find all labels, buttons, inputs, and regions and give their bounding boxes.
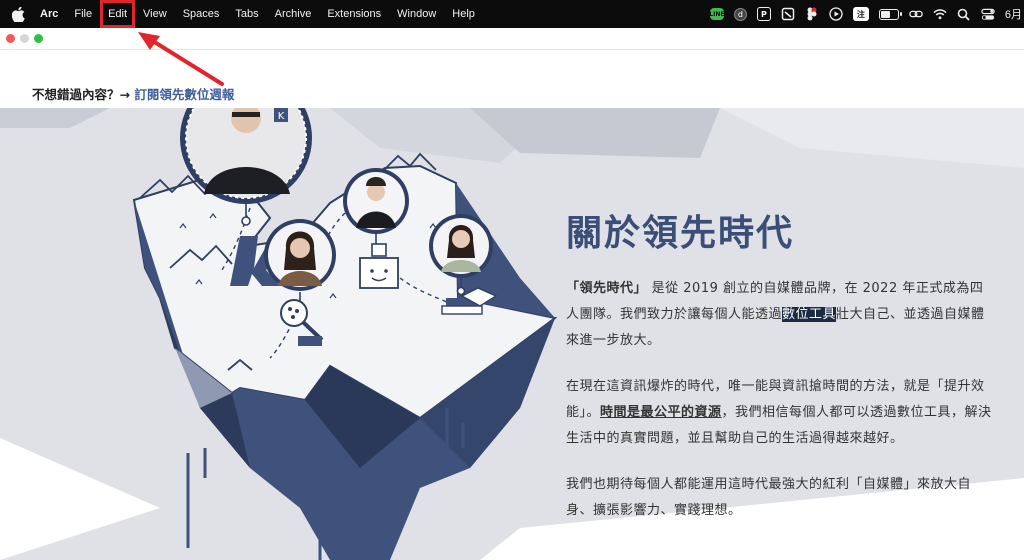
menu-extensions[interactable]: Extensions bbox=[319, 0, 389, 28]
figma-icon[interactable] bbox=[805, 7, 819, 21]
avatar-3 bbox=[264, 219, 336, 291]
menu-bar: Arc File Edit View Spaces Tabs Archive E… bbox=[0, 0, 1024, 28]
minimize-window-button[interactable] bbox=[20, 34, 29, 43]
menubar-clock[interactable]: 6月 bbox=[1005, 6, 1022, 22]
subscribe-banner: 不想錯過內容？→ 訂閱領先數位週報 bbox=[0, 50, 1024, 108]
subscribe-link[interactable]: 訂閱領先數位週報 bbox=[134, 87, 234, 102]
window-titlebar bbox=[0, 28, 1024, 50]
menu-spaces[interactable]: Spaces bbox=[175, 0, 228, 28]
avatar-4-face bbox=[452, 230, 470, 248]
menu-file[interactable]: File bbox=[66, 0, 100, 28]
magnifier-dot-3 bbox=[291, 315, 295, 319]
selected-text[interactable]: 數位工具 bbox=[782, 307, 837, 322]
avatar-2 bbox=[343, 168, 409, 234]
time-resource-link[interactable]: 時間是最公平的資源 bbox=[600, 405, 722, 420]
avatar-3-face bbox=[290, 238, 310, 258]
magnifier-dot-1 bbox=[288, 307, 292, 311]
menu-help[interactable]: Help bbox=[444, 0, 483, 28]
book-stack-2 bbox=[441, 305, 483, 315]
avatar-1-glasses bbox=[232, 112, 260, 117]
ime-icon[interactable]: 注 bbox=[852, 7, 869, 21]
bg-shape-left bbox=[0, 108, 110, 128]
menu-tabs[interactable]: Tabs bbox=[227, 0, 266, 28]
close-window-button[interactable] bbox=[6, 34, 15, 43]
pin-dot-4 bbox=[456, 286, 466, 296]
subscribe-prefix: 不想錯過內容？→ bbox=[32, 87, 135, 102]
menu-view[interactable]: View bbox=[135, 0, 175, 28]
menu-edit[interactable]: Edit bbox=[100, 0, 136, 28]
p-boxed-icon[interactable]: P bbox=[756, 7, 771, 21]
control-center-icon[interactable] bbox=[981, 7, 995, 21]
avatar-1-badge-letter: K bbox=[278, 111, 285, 122]
line-icon[interactable]: LINE bbox=[709, 8, 724, 20]
box-eye-right bbox=[384, 269, 388, 273]
search-icon[interactable] bbox=[957, 7, 971, 21]
apple-icon[interactable] bbox=[10, 6, 26, 22]
bg-white-wedge-left bbox=[0, 438, 160, 560]
about-hero: K 關於領先時代 「領先時代」 是從 2019 創立的自媒體品牌，在 2022 … bbox=[0, 108, 1024, 560]
pin-dot-1 bbox=[241, 216, 251, 226]
zoom-window-button[interactable] bbox=[34, 34, 43, 43]
d-avatar-icon[interactable]: d bbox=[733, 7, 747, 21]
about-paragraph-2: 在現在這資訊爆炸的時代，唯一能與資訊搶時間的方法，就是「提升效能」。時間是最公平… bbox=[566, 374, 996, 452]
avatar-4 bbox=[429, 214, 493, 278]
magnifier-dot-2 bbox=[295, 309, 299, 313]
play-circle-icon[interactable] bbox=[829, 7, 843, 21]
about-section: 關於領先時代 「領先時代」 是從 2019 創立的自媒體品牌，在 2022 年正… bbox=[566, 214, 996, 544]
menu-window[interactable]: Window bbox=[389, 0, 444, 28]
menu-app-arc[interactable]: Arc bbox=[32, 0, 66, 28]
about-paragraph-3: 我們也期待每個人都能運用這時代最強大的紅利「自媒體」來放大自身、擴張影響力、實踐… bbox=[566, 477, 972, 518]
battery-icon[interactable] bbox=[878, 8, 902, 20]
menu-archive[interactable]: Archive bbox=[267, 0, 320, 28]
box-eye-left bbox=[370, 269, 374, 273]
about-title: 關於領先時代 bbox=[566, 213, 795, 254]
brand-name: 「領先時代」 bbox=[566, 281, 648, 296]
cleanup-icon[interactable] bbox=[781, 7, 795, 21]
status-area: LINE d P 注 6月 bbox=[709, 0, 1024, 28]
link-icon[interactable] bbox=[909, 7, 923, 21]
battery-fill bbox=[880, 10, 890, 18]
magnifier-base bbox=[298, 336, 322, 346]
wifi-icon[interactable] bbox=[933, 7, 947, 21]
bg-shape-right bbox=[720, 108, 1024, 168]
box-top bbox=[371, 243, 387, 257]
box-body bbox=[359, 257, 399, 289]
subscribe-text: 不想錯過內容？→ 訂閱領先數位週報 bbox=[32, 84, 234, 103]
about-paragraph-1: 「領先時代」 是從 2019 創立的自媒體品牌，在 2022 年正式成為四人團隊… bbox=[566, 276, 996, 354]
